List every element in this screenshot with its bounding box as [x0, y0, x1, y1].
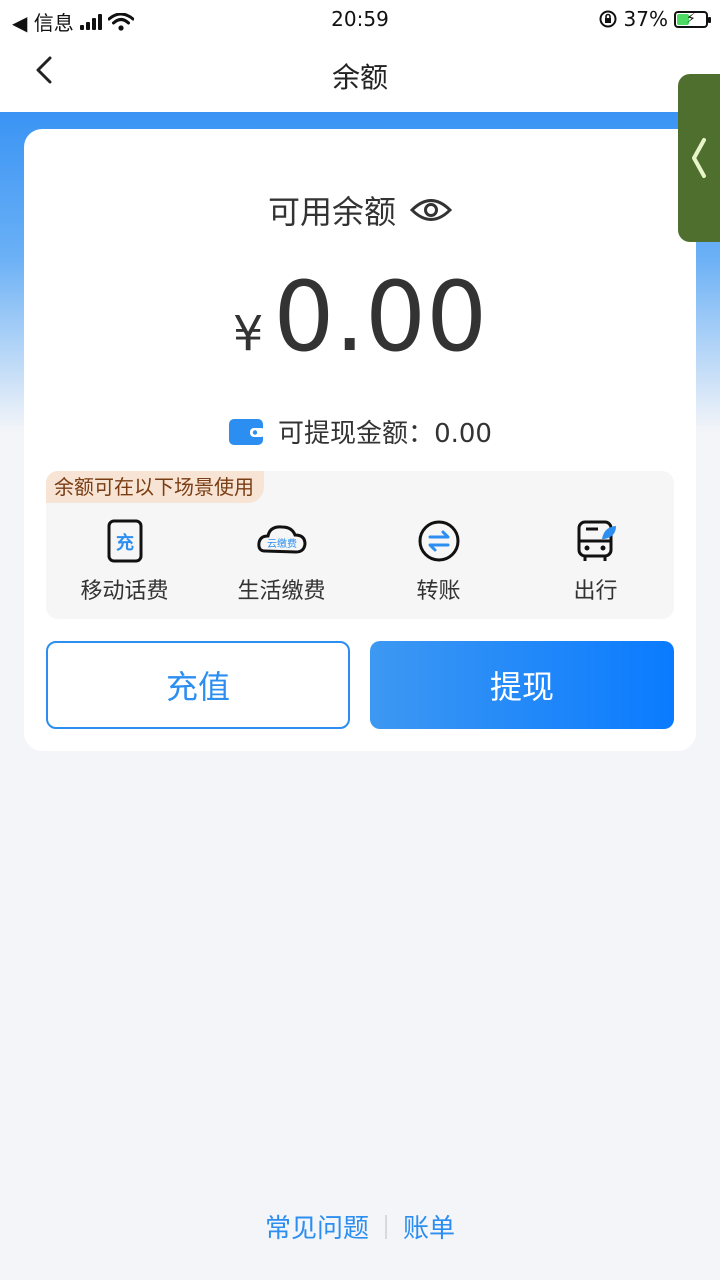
- withdrawable-amount-row: 可提现金额：0.00: [24, 413, 696, 450]
- withdrawable-value: 0.00: [434, 419, 492, 449]
- phone-recharge-icon-text: 充: [116, 532, 134, 554]
- scene-travel[interactable]: 出行: [517, 519, 674, 605]
- currency-symbol: ¥: [232, 306, 264, 362]
- scene-label: 移动话费: [80, 579, 169, 604]
- cloud-pay-icon-text: 云缴费: [267, 537, 297, 550]
- balance-amount-row: ¥ 0.00: [24, 269, 696, 365]
- available-balance-header: 可用余额: [24, 187, 696, 233]
- eye-icon[interactable]: [410, 195, 452, 225]
- rotation-lock-icon: [599, 10, 617, 28]
- cloud-pay-icon: 云缴费: [256, 525, 307, 554]
- bill-link[interactable]: 账单: [403, 1208, 455, 1245]
- nav-bar: 余额: [0, 38, 720, 112]
- battery-icon: ⚡: [674, 10, 711, 28]
- transfer-icon: [418, 520, 459, 562]
- balance-amount: 0.00: [273, 261, 488, 373]
- footer-links: 常见问题 账单: [0, 1208, 720, 1245]
- scene-mobile-bill[interactable]: 充 移动话费: [46, 519, 203, 605]
- usage-scenes-list: 充 移动话费 云缴费 生活缴费 转账 出行: [46, 519, 674, 605]
- floating-side-tab[interactable]: [678, 74, 720, 242]
- footer-divider: [385, 1214, 387, 1239]
- scene-label: 出行: [573, 579, 618, 604]
- recharge-button[interactable]: 充值: [46, 641, 350, 729]
- chevron-left-icon: [692, 138, 706, 178]
- scene-transfer[interactable]: 转账: [360, 519, 517, 605]
- phone-recharge-icon: 充: [107, 519, 142, 563]
- wallet-icon: [229, 418, 266, 445]
- battery-percent: 37%: [623, 7, 668, 31]
- withdrawable-label: 可提现金额：: [278, 419, 435, 449]
- balance-card: 可用余额 ¥ 0.00 可提现金额：0.00 余额可在以下场景使用 充 移动话费…: [24, 129, 696, 751]
- faq-link[interactable]: 常见问题: [265, 1208, 369, 1245]
- usage-scenes-panel: 余额可在以下场景使用 充 移动话费 云缴费 生活缴费 转账 出行: [46, 471, 674, 619]
- scene-label: 转账: [416, 579, 461, 604]
- withdraw-button[interactable]: 提现: [370, 641, 674, 729]
- bus-icon: [577, 520, 616, 561]
- status-bar: ◀ 信息 20:59 37% ⚡: [0, 0, 720, 38]
- available-balance-label: 可用余额: [267, 193, 396, 231]
- status-bar-right: 37% ⚡: [598, 7, 711, 31]
- scene-label: 生活缴费: [237, 579, 326, 604]
- scene-utility-bill[interactable]: 云缴费 生活缴费: [203, 519, 360, 605]
- page-title: 余额: [331, 61, 388, 94]
- usage-scenes-tag: 余额可在以下场景使用: [46, 471, 264, 503]
